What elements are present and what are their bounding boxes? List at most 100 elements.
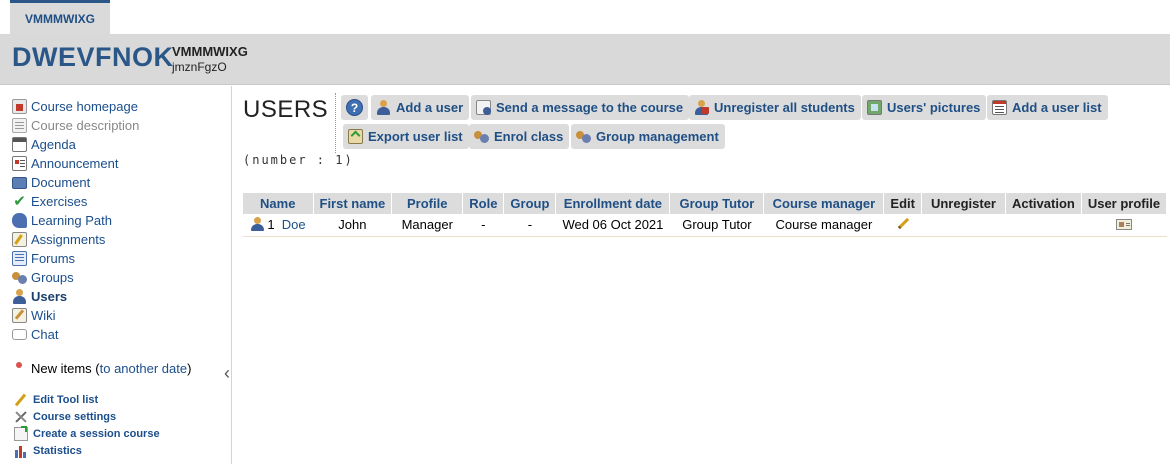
column-header-course-manager[interactable]: Course manager — [763, 193, 885, 214]
cell-unregister — [921, 214, 1006, 237]
admin-item-label[interactable]: Course settings — [33, 411, 116, 423]
sidebar-item-learning-path[interactable]: Learning Path — [12, 211, 112, 229]
learning-path-icon — [12, 212, 27, 228]
sidebar-item-wiki[interactable]: Wiki — [12, 306, 56, 324]
users-pictures-button-label: Users' pictures — [887, 100, 981, 115]
announcement-icon — [12, 155, 27, 171]
sidebar-item-label[interactable]: Course homepage — [31, 99, 138, 114]
cell-first-name: John — [313, 214, 392, 237]
new-items-label: New items ( — [31, 360, 100, 376]
new-items-bullet-icon — [16, 362, 22, 368]
statistics-icon — [14, 444, 28, 458]
export-user-list-button[interactable]: Export user list — [343, 124, 469, 149]
sidebar-item-label[interactable]: Groups — [31, 270, 74, 285]
checkmark-icon: ✔ — [13, 192, 26, 210]
cell-activation — [1005, 214, 1082, 237]
column-header-user-profile: User profile — [1081, 193, 1168, 214]
unregister-icon — [694, 100, 709, 115]
admin-edit-tool-list[interactable]: Edit Tool list — [14, 392, 98, 408]
admin-item-label[interactable]: Statistics — [33, 445, 82, 457]
unregister-all-students-button[interactable]: Unregister all students — [689, 95, 861, 120]
sidebar-item-label[interactable]: Learning Path — [31, 213, 112, 228]
add-user-list-button[interactable]: Add a user list — [987, 95, 1108, 120]
sidebar-item-label[interactable]: Agenda — [31, 137, 76, 152]
sidebar-item-announcement[interactable]: Announcement — [12, 154, 118, 172]
column-header-enrollment-date[interactable]: Enrollment date — [555, 193, 671, 214]
cell-enrollment-date: Wed 06 Oct 2021 — [555, 214, 670, 237]
column-header-profile[interactable]: Profile — [391, 193, 464, 214]
course-header: DWEVFNOK VMMMWIXG jmznFgzO — [0, 34, 1170, 85]
users-pictures-button[interactable]: Users' pictures — [862, 95, 987, 120]
column-header-group[interactable]: Group — [503, 193, 557, 214]
column-header-unregister: Unregister — [921, 193, 1006, 214]
sidebar-item-users[interactable]: Users — [12, 287, 67, 305]
table-row: 1 Doe John Manager - - Wed 06 Oct 2021 G… — [243, 214, 1167, 237]
admin-statistics[interactable]: Statistics — [14, 443, 82, 459]
sidebar-item-label[interactable]: Users — [31, 289, 67, 304]
course-title[interactable]: DWEVFNOK — [12, 42, 174, 73]
sidebar-item-course-homepage[interactable]: Course homepage — [12, 97, 138, 115]
sidebar-item-chat[interactable]: Chat — [12, 325, 58, 343]
new-items-line: New items ( to another date ) — [16, 360, 191, 376]
message-icon — [476, 100, 491, 115]
sidebar-item-label[interactable]: Chat — [31, 327, 58, 342]
sidebar-item-assignments[interactable]: Assignments — [12, 230, 105, 248]
users-table: Name First name Profile Role Group Enrol… — [243, 193, 1168, 237]
sidebar-item-label[interactable]: Document — [31, 175, 90, 190]
sidebar-item-groups[interactable]: Groups — [12, 268, 74, 286]
description-icon — [12, 117, 27, 133]
column-header-activation: Activation — [1005, 193, 1082, 214]
user-name-link[interactable]: Doe — [282, 217, 306, 232]
sidebar-item-label[interactable]: Assignments — [31, 232, 105, 247]
admin-item-label[interactable]: Create a session course — [33, 428, 160, 440]
column-header-name[interactable]: Name — [243, 193, 314, 214]
send-message-button-label: Send a message to the course — [496, 100, 684, 115]
course-tab[interactable]: VMMMWIXG — [10, 0, 110, 34]
sidebar-item-label[interactable]: Forums — [31, 251, 75, 266]
sidebar-item-agenda[interactable]: Agenda — [12, 135, 76, 153]
course-subtitle: jmznFgzO — [172, 60, 227, 74]
sidebar-item-course-description[interactable]: Course description — [12, 116, 139, 134]
user-profile-card-icon[interactable] — [1115, 219, 1132, 231]
enrol-class-button[interactable]: Enrol class — [469, 124, 570, 149]
add-user-button-label: Add a user — [396, 100, 464, 115]
collapse-sidebar-chevron-left-icon[interactable]: ‹ — [221, 363, 233, 383]
edit-pencil-icon[interactable] — [896, 217, 910, 231]
user-list-icon — [992, 100, 1007, 115]
cell-role: - — [462, 214, 504, 237]
sidebar-item-label: Course description — [31, 117, 140, 133]
wiki-icon — [12, 307, 27, 323]
sidebar-item-exercises[interactable]: ✔ Exercises — [12, 192, 87, 210]
sidebar-item-label[interactable]: Wiki — [31, 308, 56, 323]
sidebar-item-forums[interactable]: Forums — [12, 249, 75, 267]
sidebar-item-label[interactable]: Exercises — [31, 194, 87, 209]
pencil-icon — [14, 393, 28, 407]
export-user-list-button-label: Export user list — [368, 129, 463, 144]
add-user-button[interactable]: Add a user — [371, 95, 470, 120]
admin-create-session-course[interactable]: Create a session course — [14, 426, 160, 442]
help-button[interactable]: ? — [341, 95, 368, 120]
picture-icon — [867, 100, 882, 115]
unregister-all-students-button-label: Unregister all students — [714, 100, 855, 115]
title-divider — [335, 93, 336, 153]
group-management-icon — [576, 129, 591, 144]
new-items-date-link[interactable]: to another date — [100, 361, 187, 376]
user-icon — [12, 288, 27, 304]
new-items-suffix: ) — [187, 360, 192, 376]
cell-user-profile — [1081, 214, 1167, 237]
sidebar-item-document[interactable]: Document — [12, 173, 90, 191]
column-header-first-name[interactable]: First name — [313, 193, 393, 214]
cell-edit — [883, 214, 922, 237]
column-header-group-tutor[interactable]: Group Tutor — [669, 193, 765, 214]
group-management-button[interactable]: Group management — [571, 124, 725, 149]
admin-item-label[interactable]: Edit Tool list — [33, 394, 98, 406]
user-icon — [250, 217, 265, 232]
cell-course-manager: Course manager — [763, 214, 884, 237]
chat-icon — [12, 328, 27, 340]
user-count-label: (number : 1) — [243, 153, 354, 167]
column-header-role[interactable]: Role — [462, 193, 505, 214]
admin-course-settings[interactable]: Course settings — [14, 409, 116, 425]
send-message-button[interactable]: Send a message to the course — [471, 95, 690, 120]
calendar-icon — [12, 136, 27, 152]
sidebar-item-label[interactable]: Announcement — [31, 156, 118, 171]
